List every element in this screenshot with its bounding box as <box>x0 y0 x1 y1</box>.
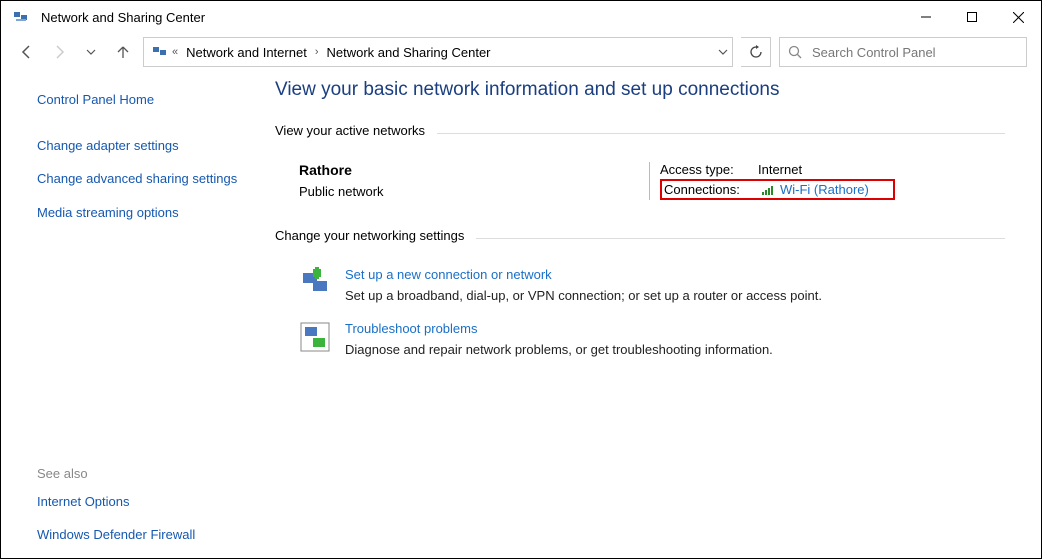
network-name: Rathore <box>299 162 649 178</box>
sidebar-link[interactable]: Change adapter settings <box>37 137 241 155</box>
sidebar: Control Panel Home Change adapter settin… <box>1 73 261 558</box>
setup-connection-icon <box>299 267 331 299</box>
minimize-button[interactable] <box>903 1 949 33</box>
back-button[interactable] <box>15 40 39 64</box>
toolbar: « Network and Internet › Network and Sha… <box>1 33 1041 73</box>
breadcrumb-prev-icon[interactable]: « <box>168 46 182 58</box>
up-button[interactable] <box>111 40 135 64</box>
connections-label: Connections: <box>664 182 760 197</box>
setup-connection-link[interactable]: Set up a new connection or network <box>345 267 552 282</box>
recent-dropdown[interactable] <box>79 40 103 64</box>
access-type-value: Internet <box>758 162 802 177</box>
connections-row-highlight: Connections: Wi-Fi (Rathore) <box>660 179 895 200</box>
refresh-button[interactable] <box>741 37 771 67</box>
troubleshoot-link[interactable]: Troubleshoot problems <box>345 321 477 336</box>
search-input[interactable]: Search Control Panel <box>779 37 1027 67</box>
maximize-button[interactable] <box>949 1 995 33</box>
see-also-link[interactable]: Internet Options <box>37 493 241 511</box>
divider <box>437 133 1005 134</box>
network-sharing-icon <box>13 9 29 25</box>
active-networks-label: View your active networks <box>275 123 425 138</box>
troubleshoot-icon <box>299 321 331 353</box>
window-title: Network and Sharing Center <box>41 10 903 25</box>
see-also-label: See also <box>37 466 241 481</box>
network-type: Public network <box>299 184 649 199</box>
control-panel-home-link[interactable]: Control Panel Home <box>37 91 241 109</box>
close-button[interactable] <box>995 1 1041 33</box>
chevron-right-icon: › <box>311 46 323 58</box>
search-icon <box>788 45 802 59</box>
address-icon <box>152 44 168 60</box>
address-dropdown-icon[interactable] <box>718 47 728 57</box>
titlebar: Network and Sharing Center <box>1 1 1041 33</box>
wifi-signal-icon <box>762 184 776 196</box>
divider <box>476 238 1005 239</box>
breadcrumb-level2[interactable]: Network and Sharing Center <box>322 45 494 60</box>
sidebar-link[interactable]: Media streaming options <box>37 204 241 222</box>
connection-link[interactable]: Wi-Fi (Rathore) <box>780 182 869 197</box>
main-panel: View your basic network information and … <box>261 73 1041 558</box>
breadcrumb-level1[interactable]: Network and Internet <box>182 45 311 60</box>
sidebar-link[interactable]: Change advanced sharing settings <box>37 170 241 188</box>
setup-connection-desc: Set up a broadband, dial-up, or VPN conn… <box>345 288 822 303</box>
page-heading: View your basic network information and … <box>275 79 1005 101</box>
forward-button[interactable] <box>47 40 71 64</box>
access-type-label: Access type: <box>660 162 758 177</box>
address-bar[interactable]: « Network and Internet › Network and Sha… <box>143 37 733 67</box>
troubleshoot-item: Troubleshoot problems Diagnose and repai… <box>299 321 1005 357</box>
setup-connection-item: Set up a new connection or network Set u… <box>299 267 1005 303</box>
troubleshoot-desc: Diagnose and repair network problems, or… <box>345 342 773 357</box>
see-also-link[interactable]: Windows Defender Firewall <box>37 526 241 544</box>
active-network-block: Rathore Public network Access type: Inte… <box>299 162 1005 200</box>
change-settings-label: Change your networking settings <box>275 228 464 243</box>
search-placeholder: Search Control Panel <box>812 45 936 60</box>
